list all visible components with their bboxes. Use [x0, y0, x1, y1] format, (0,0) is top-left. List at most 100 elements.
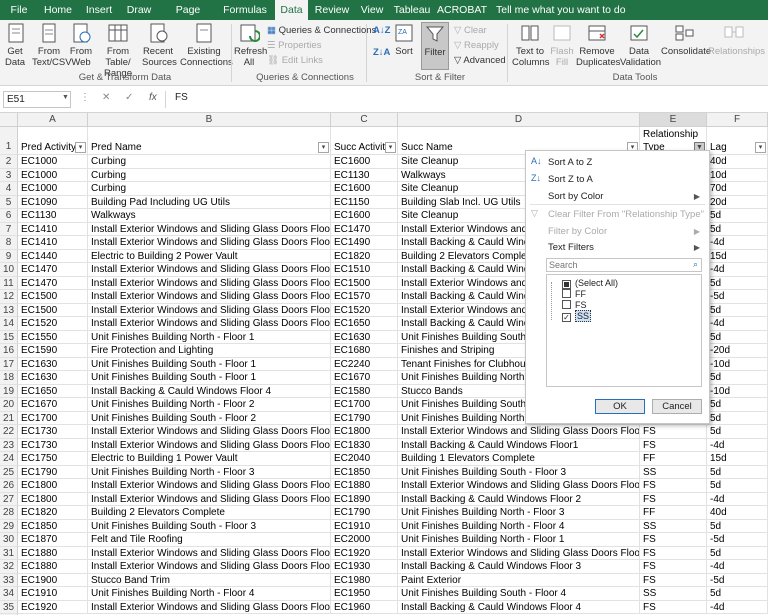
row-header[interactable]: 2	[0, 155, 18, 169]
cell-b[interactable]: Install Exterior Windows and Sliding Gla…	[88, 317, 331, 331]
sort-button[interactable]: ZA Sort	[392, 22, 416, 57]
cell-c[interactable]: EC1680	[331, 344, 398, 358]
cell-f[interactable]: 15d	[707, 249, 768, 263]
cell-c[interactable]: EC1960	[331, 600, 398, 614]
tab-draw[interactable]: Draw	[122, 0, 156, 20]
row-header[interactable]: 13	[0, 303, 18, 317]
cell-e[interactable]: FS	[640, 425, 707, 439]
cell-c[interactable]: EC1580	[331, 384, 398, 398]
cell-f[interactable]: 20d	[707, 195, 768, 209]
row-header[interactable]: 10	[0, 263, 18, 277]
cell-a[interactable]: EC1880	[18, 560, 88, 574]
cell-b[interactable]: Install Exterior Windows and Sliding Gla…	[88, 222, 331, 236]
checked-checkbox[interactable]: ✓	[562, 313, 571, 322]
queries-connections-button[interactable]: ▦ Queries & Connections	[267, 25, 376, 37]
cell-b[interactable]: Install Exterior Windows and Sliding Gla…	[88, 600, 331, 614]
cell-c[interactable]: EC1910	[331, 519, 398, 533]
cell-c[interactable]: EC1600	[331, 182, 398, 196]
clear-button[interactable]: ▽ Clear	[454, 25, 487, 37]
cell-f[interactable]: -4d	[707, 236, 768, 250]
cell-f[interactable]: 5d	[707, 371, 768, 385]
cell-e[interactable]: SS	[640, 587, 707, 601]
cell-b[interactable]: Install Exterior Windows and Sliding Gla…	[88, 438, 331, 452]
row-header[interactable]: 6	[0, 209, 18, 223]
cell-b[interactable]: Install Exterior Windows and Sliding Gla…	[88, 492, 331, 506]
cell-c[interactable]: EC1630	[331, 330, 398, 344]
cell-d[interactable]: Unit Finishes Building North - Floor 1	[398, 533, 640, 547]
enter-icon[interactable]: ✓	[125, 92, 133, 103]
cell-d[interactable]: Paint Exterior	[398, 573, 640, 587]
menu-clear-filter[interactable]: Clear Filter From "Relationship Type"	[548, 209, 704, 220]
cell-d[interactable]: Install Exterior Windows and Sliding Gla…	[398, 479, 640, 493]
cell-b[interactable]: Felt and Tile Roofing	[88, 533, 331, 547]
cell-d[interactable]: Install Backing & Cauld Windows Floor 3	[398, 560, 640, 574]
cell-c[interactable]: EC2040	[331, 452, 398, 466]
cell-b[interactable]: Unit Finishes Building South - Floor 2	[88, 411, 331, 425]
filter-item-select-all[interactable]: (Select All)	[562, 278, 618, 289]
cell-d[interactable]: Install Backing & Cauld Windows Floor1	[398, 438, 640, 452]
cell-f[interactable]: -4d	[707, 492, 768, 506]
from-web-button[interactable]: From Web	[69, 22, 93, 68]
cell-b[interactable]: Unit Finishes Building North - Floor 2	[88, 398, 331, 412]
row-header[interactable]: 14	[0, 317, 18, 331]
cell-f[interactable]: -5d	[707, 573, 768, 587]
row-header[interactable]: 32	[0, 560, 18, 574]
column-header-e[interactable]: E	[640, 113, 707, 127]
cell-a[interactable]: EC1130	[18, 209, 88, 223]
from-table-range-button[interactable]: From Table/ Range	[96, 22, 140, 79]
menu-sort-za[interactable]: Sort Z to A	[548, 174, 593, 185]
cell-f[interactable]: -5d	[707, 290, 768, 304]
cell-a[interactable]: EC1410	[18, 222, 88, 236]
menu-filter-by-color[interactable]: Filter by Color	[548, 226, 607, 237]
cell-c[interactable]: EC2000	[331, 533, 398, 547]
cell-b[interactable]: Building Pad Including UG Utils	[88, 195, 331, 209]
row-header[interactable]: 26	[0, 479, 18, 493]
cell-e[interactable]: FS	[640, 573, 707, 587]
filter-dropdown-icon[interactable]: ▾	[75, 142, 86, 153]
row-header[interactable]: 23	[0, 438, 18, 452]
cell-c[interactable]: EC1570	[331, 290, 398, 304]
tab-home[interactable]: Home	[40, 0, 76, 20]
cell-c[interactable]: EC1890	[331, 492, 398, 506]
cell-a[interactable]: EC1900	[18, 573, 88, 587]
cell-f[interactable]: -5d	[707, 533, 768, 547]
row-header[interactable]: 1	[0, 127, 18, 155]
cell-f[interactable]: 5d	[707, 303, 768, 317]
tab-data[interactable]: Data	[275, 0, 308, 20]
relationships-button[interactable]: Relationships	[708, 22, 765, 57]
cell-a[interactable]: EC1500	[18, 290, 88, 304]
cell-a[interactable]: EC1880	[18, 546, 88, 560]
ok-button[interactable]: OK	[595, 399, 645, 414]
header-cell[interactable]: Pred Name	[88, 127, 331, 155]
row-header[interactable]: 11	[0, 276, 18, 290]
cell-a[interactable]: EC1730	[18, 438, 88, 452]
cell-c[interactable]: EC1700	[331, 398, 398, 412]
cell-a[interactable]: EC1000	[18, 155, 88, 169]
cell-f[interactable]: 5d	[707, 519, 768, 533]
cell-c[interactable]: EC1930	[331, 560, 398, 574]
cell-f[interactable]: 40d	[707, 506, 768, 520]
cell-f[interactable]: -20d	[707, 344, 768, 358]
cell-b[interactable]: Unit Finishes Building South - Floor 1	[88, 357, 331, 371]
cell-b[interactable]: Fire Protection and Lighting	[88, 344, 331, 358]
cell-b[interactable]: Install Exterior Windows and Sliding Gla…	[88, 560, 331, 574]
tab-acrobat[interactable]: ACROBAT	[437, 0, 487, 20]
cell-e[interactable]: FS	[640, 438, 707, 452]
cell-a[interactable]: EC1630	[18, 357, 88, 371]
cell-a[interactable]: EC1630	[18, 371, 88, 385]
row-header[interactable]: 7	[0, 222, 18, 236]
filter-dropdown-icon[interactable]: ▾	[385, 142, 396, 153]
cell-b[interactable]: Unit Finishes Building South - Floor 3	[88, 519, 331, 533]
cell-f[interactable]: 5d	[707, 425, 768, 439]
menu-text-filters[interactable]: Text Filters	[548, 242, 594, 253]
cell-c[interactable]: EC1800	[331, 425, 398, 439]
edit-links-button[interactable]: ⛓ Edit Links	[267, 55, 323, 67]
cell-f[interactable]: 15d	[707, 452, 768, 466]
cell-c[interactable]: EC1980	[331, 573, 398, 587]
cell-f[interactable]: 5d	[707, 546, 768, 560]
row-header[interactable]: 9	[0, 249, 18, 263]
cell-a[interactable]: EC1440	[18, 249, 88, 263]
cell-b[interactable]: Install Exterior Windows and Sliding Gla…	[88, 546, 331, 560]
existing-connections-button[interactable]: Existing Connections	[180, 22, 233, 68]
filter-item-fs[interactable]: FS	[562, 300, 587, 310]
